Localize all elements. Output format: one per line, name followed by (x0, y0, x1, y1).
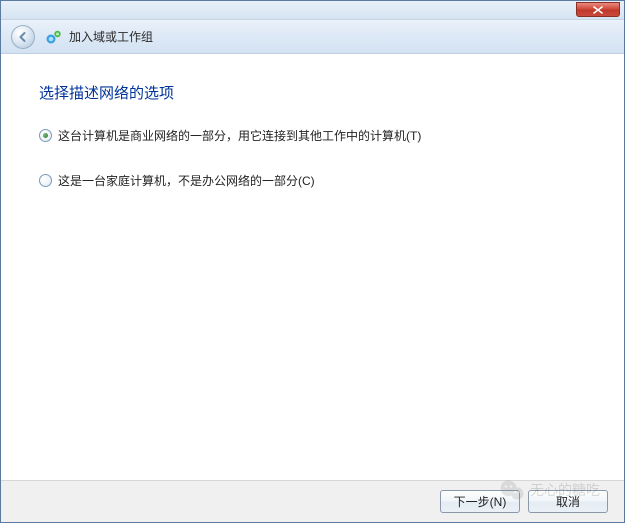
wizard-window: 加入域或工作组 选择描述网络的选项 这台计算机是商业网络的一部分，用它连接到其他… (0, 0, 625, 523)
option-business[interactable]: 这台计算机是商业网络的一部分，用它连接到其他工作中的计算机(T) (39, 127, 586, 144)
titlebar (1, 1, 624, 20)
wizard-icon (45, 28, 63, 46)
radio-icon (39, 174, 52, 187)
footer: 下一步(N) 取消 (1, 480, 624, 522)
option-label: 这是一台家庭计算机，不是办公网络的一部分(C) (58, 172, 315, 189)
option-home[interactable]: 这是一台家庭计算机，不是办公网络的一部分(C) (39, 172, 586, 189)
content-area: 选择描述网络的选项 这台计算机是商业网络的一部分，用它连接到其他工作中的计算机(… (1, 54, 624, 480)
page-heading: 选择描述网络的选项 (39, 82, 586, 103)
back-button[interactable] (11, 25, 35, 49)
close-button[interactable] (576, 2, 620, 17)
close-icon (593, 6, 603, 14)
option-label: 这台计算机是商业网络的一部分，用它连接到其他工作中的计算机(T) (58, 127, 421, 144)
cancel-button[interactable]: 取消 (528, 490, 608, 513)
header-title: 加入域或工作组 (69, 28, 153, 45)
next-button[interactable]: 下一步(N) (440, 490, 520, 513)
header: 加入域或工作组 (1, 20, 624, 54)
back-arrow-icon (17, 31, 29, 43)
radio-icon (39, 129, 52, 142)
